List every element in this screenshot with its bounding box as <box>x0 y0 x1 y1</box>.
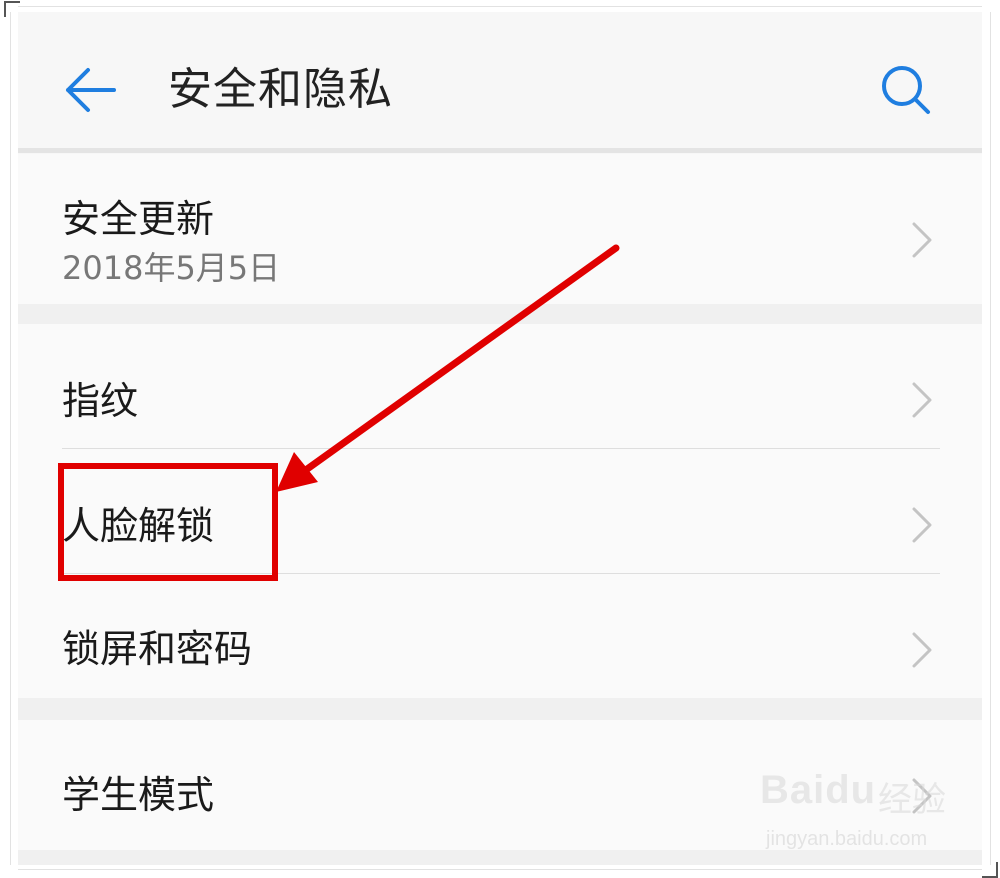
chevron-right-icon <box>910 630 934 670</box>
watermark-brand: Baidu <box>760 768 877 812</box>
baidu-jingyan-watermark: Baidu 经验 jingyan.baidu.com <box>760 752 970 862</box>
frame-border-right <box>990 12 991 865</box>
list-item-subtitle: 2018年5月5日 <box>62 249 281 287</box>
list-item-label: 指纹 <box>62 379 139 423</box>
page-title: 安全和隐私 <box>168 64 393 115</box>
frame-border-left <box>10 12 11 865</box>
list-item-label: 锁屏和密码 <box>62 627 253 671</box>
arrow-left-icon[interactable] <box>62 60 122 120</box>
list-item-lock-screen-password[interactable]: 锁屏和密码 <box>18 574 982 698</box>
app-header: 安全和隐私 <box>18 12 982 153</box>
frame-border-top <box>18 6 982 7</box>
header-divider <box>18 148 982 153</box>
list-item-label: 学生模式 <box>62 773 215 817</box>
search-icon[interactable] <box>876 60 936 120</box>
chevron-right-icon <box>910 505 934 545</box>
section-gap <box>18 304 982 324</box>
watermark-url: jingyan.baidu.com <box>766 828 928 850</box>
chevron-right-icon <box>910 380 934 420</box>
chevron-right-icon <box>910 220 934 260</box>
settings-section: 安全更新 2018年5月5日 <box>18 154 982 304</box>
list-item-security-update[interactable]: 安全更新 2018年5月5日 <box>18 154 982 304</box>
phone-screen: 安全和隐私 安全更新 2018年5月5日 指纹 人脸解锁 锁屏和密码 学生模式 … <box>18 12 982 865</box>
annotation-highlight-box <box>58 463 278 581</box>
watermark-text: 经验 <box>878 780 946 820</box>
list-item-fingerprint[interactable]: 指纹 <box>18 324 982 448</box>
frame-border-bottom <box>18 869 982 870</box>
corner-mark-bottom-right <box>982 862 998 878</box>
list-item-label: 安全更新 <box>62 197 215 241</box>
section-gap <box>18 698 982 720</box>
